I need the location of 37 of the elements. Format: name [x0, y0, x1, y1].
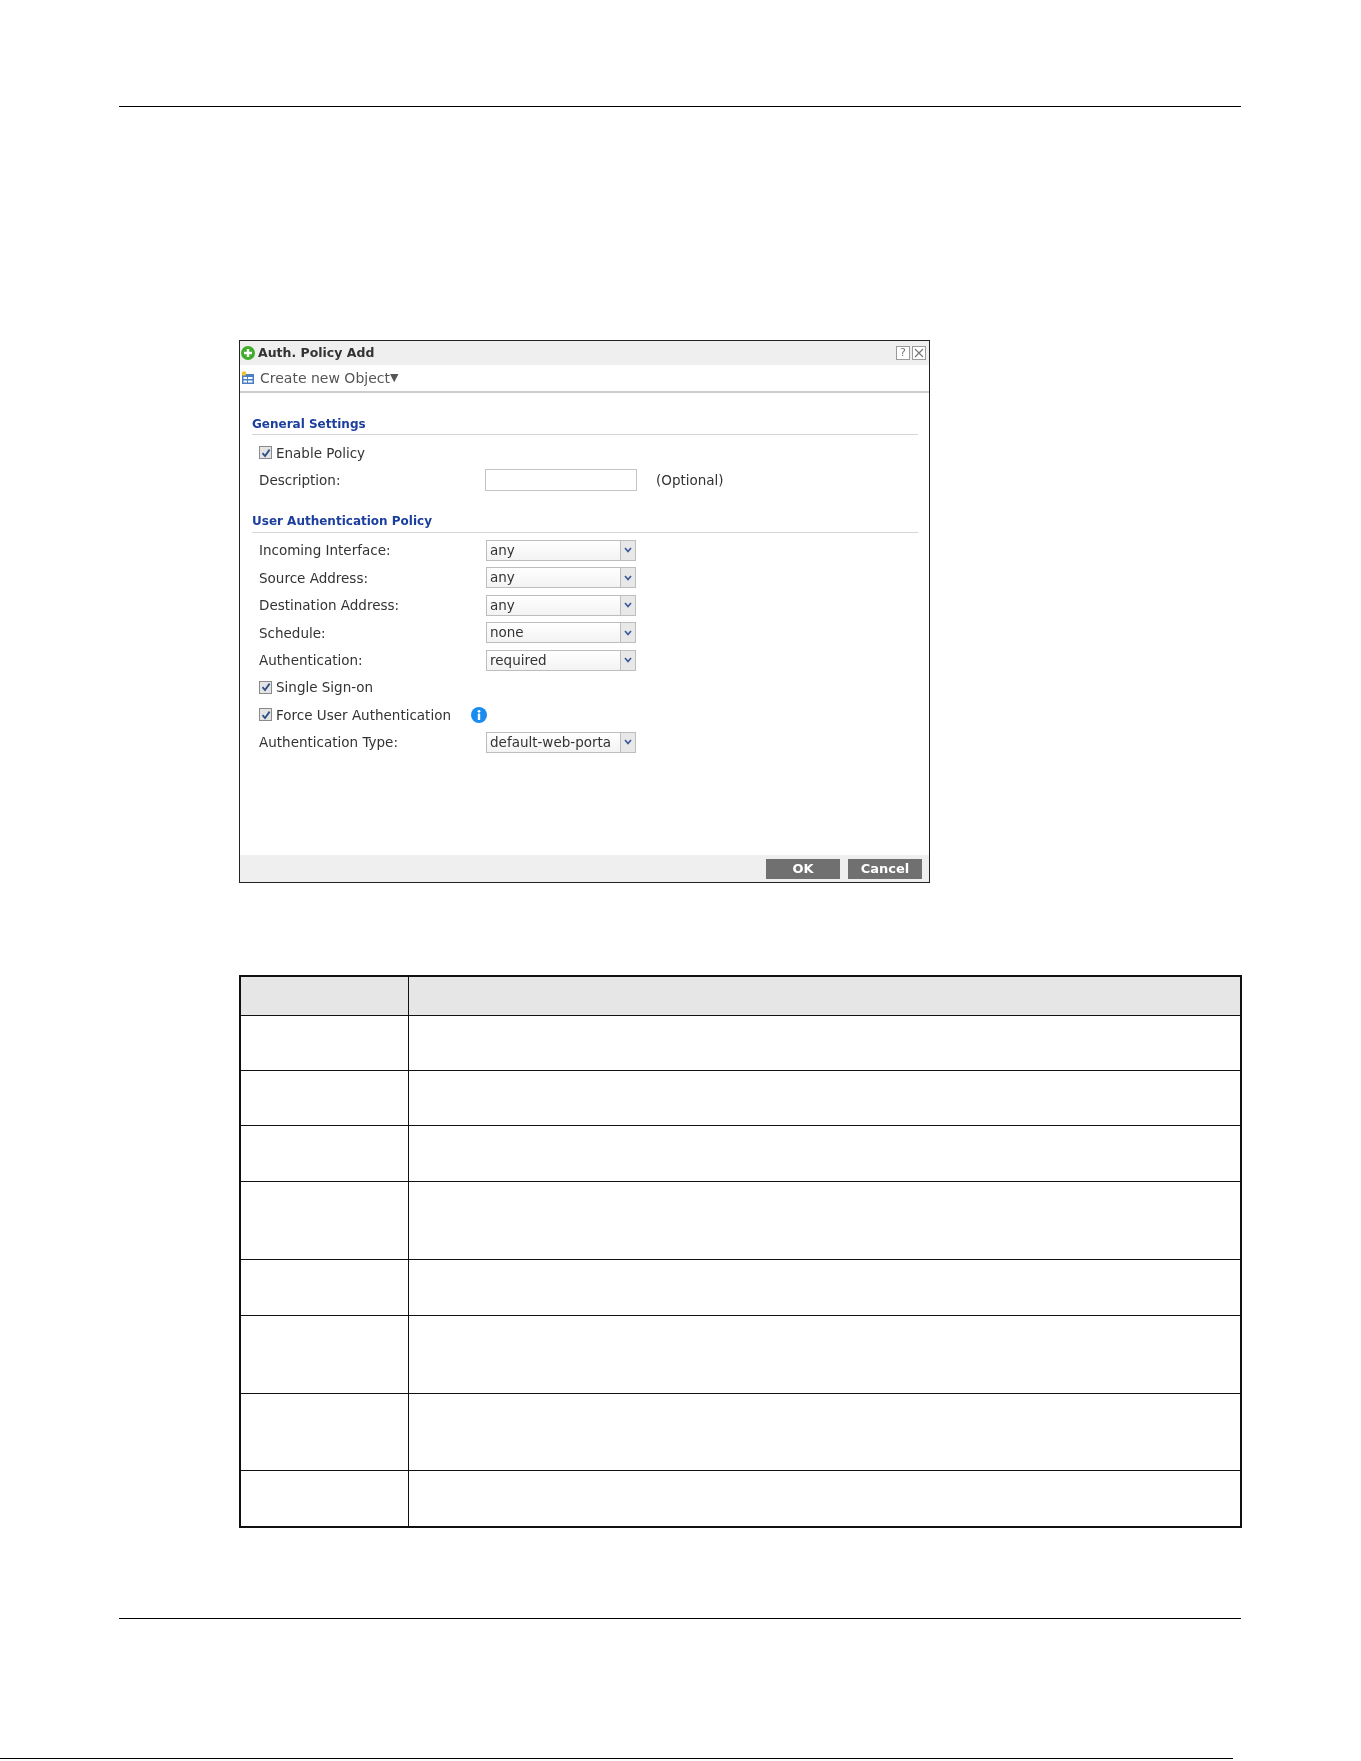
checkbox[interactable]	[259, 708, 272, 722]
checkbox-label: Single Sign-on	[276, 678, 374, 698]
checkbox-label: Enable Policy	[276, 443, 366, 463]
optional-note: (Optional)	[656, 470, 724, 490]
dropdown[interactable]: required	[486, 649, 636, 671]
field-label: Source Address:	[259, 568, 369, 588]
section-title: User Authentication Policy	[252, 513, 432, 531]
dialog-title: Auth. Policy Add	[258, 343, 375, 362]
dialog-button[interactable]: Cancel	[848, 858, 922, 879]
dropdown[interactable]: none	[486, 622, 636, 644]
chevron-down-icon	[624, 629, 632, 636]
field-label: Authentication:	[259, 650, 364, 670]
info-icon[interactable]	[471, 706, 487, 723]
field-label: Destination Address:	[259, 596, 401, 616]
input-field[interactable]	[485, 469, 637, 492]
chevron-down-icon	[624, 547, 632, 554]
help-button[interactable]: ?	[896, 346, 910, 360]
section-title: General Settings	[252, 415, 366, 433]
field-label: Incoming Interface:	[259, 541, 392, 561]
checkbox[interactable]	[259, 680, 272, 694]
dropdown[interactable]: any	[486, 539, 636, 561]
dropdown[interactable]: any	[486, 594, 636, 616]
create-object-menu[interactable]: Create new Object▼	[241, 367, 399, 389]
chevron-down-icon	[624, 574, 632, 581]
dialog-button[interactable]: OK	[766, 858, 840, 879]
checkbox-label: Force User Authentication	[276, 705, 451, 725]
dropdown[interactable]: default-web-porta	[486, 731, 636, 753]
chevron-down-icon	[624, 739, 632, 746]
field-label: Authentication Type:	[259, 733, 399, 753]
chevron-down-icon	[624, 657, 632, 664]
chevron-down-icon	[624, 602, 632, 609]
close-icon	[914, 348, 924, 358]
dropdown[interactable]: any	[486, 567, 636, 589]
checkbox[interactable]	[259, 446, 272, 460]
field-label: Schedule:	[259, 623, 327, 643]
field-label: Description:	[259, 470, 342, 490]
close-button[interactable]	[912, 346, 926, 360]
